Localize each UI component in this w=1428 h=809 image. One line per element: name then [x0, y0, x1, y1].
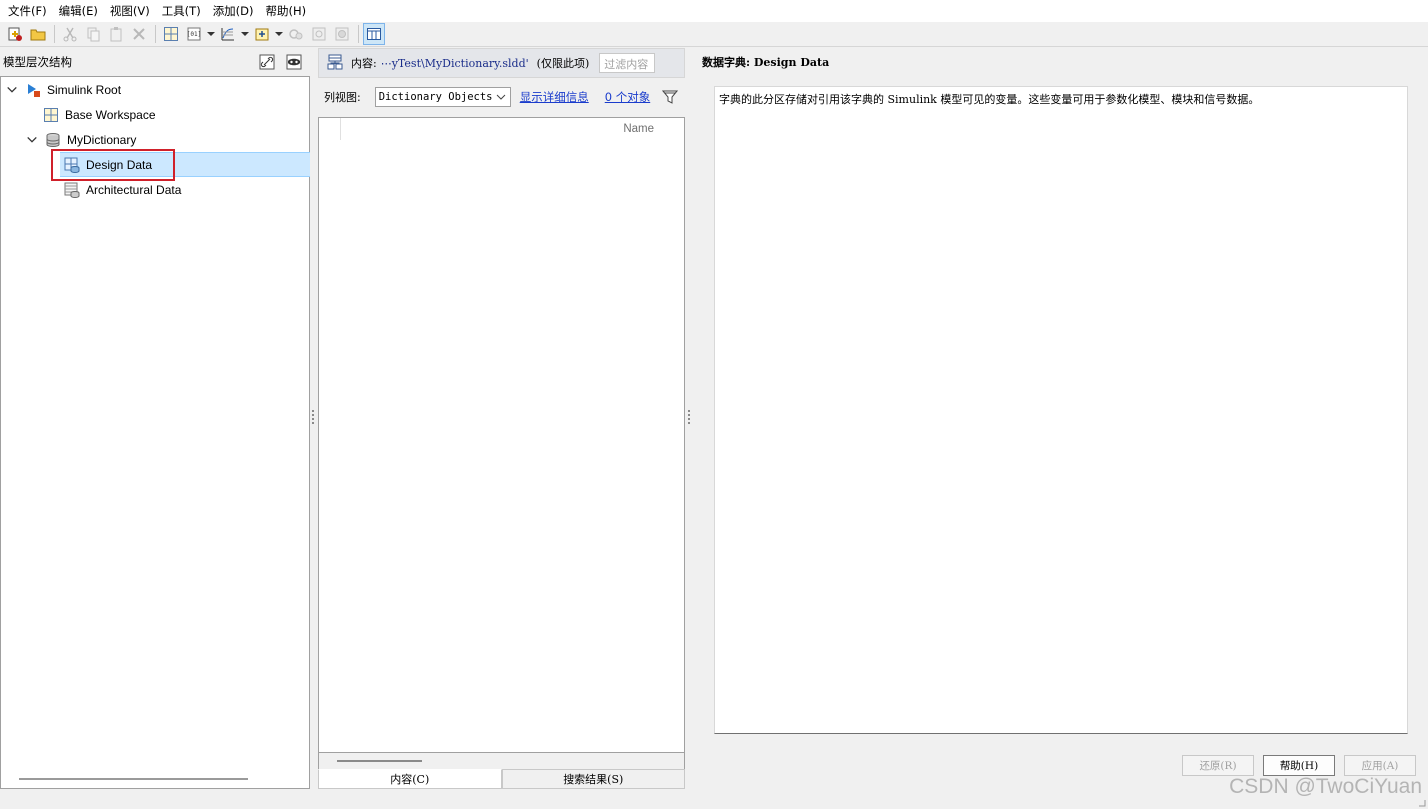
contents-horizontal-scrollbar[interactable]	[318, 753, 685, 769]
svg-text:[01]: [01]	[187, 31, 201, 38]
revert-button[interactable]: 还原(R)	[1182, 755, 1254, 776]
column-divider	[340, 118, 341, 140]
chevron-down-icon	[496, 94, 506, 100]
tree-item-label: Base Workspace	[65, 107, 156, 122]
contents-icon	[327, 54, 343, 73]
scrollbar-thumb[interactable]	[337, 760, 422, 762]
contents-list[interactable]: Name	[318, 117, 685, 753]
tree-item-simulink-root[interactable]: Simulink Root	[5, 77, 305, 102]
watermark: CSDN @TwoCiYuan	[1229, 775, 1422, 798]
tree-item-label: Architectural Data	[86, 182, 182, 197]
tree-item-label: MyDictionary	[67, 132, 137, 147]
copy-icon	[82, 23, 104, 45]
new-icon[interactable]	[4, 23, 26, 45]
column-header-name[interactable]: Name	[623, 123, 654, 135]
chevron-down-icon[interactable]	[206, 23, 216, 45]
apply-button[interactable]: 应用(A)	[1344, 755, 1416, 776]
filter-funnel-icon[interactable]	[662, 89, 679, 105]
paste-icon	[105, 23, 127, 45]
chevron-down-icon[interactable]	[274, 23, 284, 45]
contents-tabs: 内容(C) 搜索结果(S)	[318, 769, 685, 789]
contents-panel: 内容: ⋯yTest\MyDictionary.sldd' (仅限此项) 过滤内…	[318, 48, 685, 790]
mask-icon[interactable]	[283, 53, 305, 71]
model-hierarchy-title: 模型层次结构	[3, 55, 72, 69]
workspace-grid-icon	[43, 107, 59, 123]
config-set-icon	[331, 23, 353, 45]
config-icon	[308, 23, 330, 45]
model-tree: Simulink Root Base Workspace MyDictionar…	[0, 76, 310, 789]
description-box: 字典的此分区存储对引用该字典的 Simulink 模型可见的变量。这些变量可用于…	[714, 86, 1408, 734]
filter-input[interactable]: 过滤内容	[599, 53, 656, 73]
menu-view[interactable]: 视图(V)	[104, 0, 156, 22]
toolbar: [01]	[0, 22, 1428, 47]
workspace-grid-icon[interactable]	[160, 23, 182, 45]
tree-item-base-workspace[interactable]: Base Workspace	[25, 102, 305, 127]
chevron-down-icon[interactable]	[5, 83, 19, 97]
column-view-label: 列视图:	[324, 91, 361, 104]
highlight-box	[51, 149, 175, 181]
show-details-link[interactable]: 显示详细信息	[520, 89, 589, 105]
contents-scope: (仅限此项)	[536, 57, 590, 70]
model-hierarchy-panel: 模型层次结构 Simulink Root Base Workspace MyDi…	[0, 48, 310, 789]
splitter-handle[interactable]	[688, 410, 691, 426]
cut-icon	[59, 23, 81, 45]
link-config-icon	[285, 23, 307, 45]
tree-item-label: Simulink Root	[47, 82, 122, 97]
menu-help[interactable]: 帮助(H)	[260, 0, 313, 22]
resize-grip-icon[interactable]	[1416, 797, 1426, 807]
link-icon[interactable]	[256, 53, 278, 71]
add-object-icon[interactable]	[251, 23, 273, 45]
chevron-down-icon[interactable]	[25, 133, 39, 147]
open-folder-icon[interactable]	[27, 23, 49, 45]
tab-contents[interactable]: 内容(C)	[318, 769, 502, 789]
splitter-handle[interactable]	[312, 410, 315, 426]
menu-add[interactable]: 添加(D)	[207, 0, 260, 22]
menu-tools[interactable]: 工具(T)	[156, 0, 207, 22]
menu-edit[interactable]: 编辑(E)	[53, 0, 104, 22]
menu-file[interactable]: 文件(F)	[2, 0, 53, 22]
delete-icon	[128, 23, 150, 45]
object-count-link[interactable]: 0 个对象	[605, 89, 650, 105]
simulink-root-icon	[25, 82, 41, 98]
dialog-buttons: 还原(R) 帮助(H) 应用(A)	[1182, 755, 1425, 776]
architectural-data-icon	[64, 182, 80, 198]
contents-path: ⋯yTest\MyDictionary.sldd'	[380, 56, 529, 70]
chevron-down-icon[interactable]	[240, 23, 250, 45]
signal-object-icon[interactable]: [01]	[183, 23, 205, 45]
help-button[interactable]: 帮助(H)	[1263, 755, 1335, 776]
database-icon	[45, 132, 61, 148]
column-view-value: Dictionary Objects	[378, 91, 493, 103]
column-view-select[interactable]: Dictionary Objects	[374, 87, 511, 107]
model-hierarchy-header: 模型层次结构	[0, 48, 310, 76]
horizontal-scrollbar[interactable]	[19, 778, 248, 780]
column-view-bar: 列视图: Dictionary Objects 显示详细信息 0 个对象	[318, 78, 685, 116]
fixed-point-icon[interactable]	[217, 23, 239, 45]
tab-search-results[interactable]: 搜索结果(S)	[501, 769, 685, 789]
toolbar-separator	[54, 25, 55, 43]
toolbar-separator	[155, 25, 156, 43]
dialog-pane-icon[interactable]	[363, 23, 385, 45]
contents-label: 内容:	[351, 57, 377, 70]
dialog-title: 数据字典: Design Data	[702, 56, 830, 69]
contents-header: 内容: ⋯yTest\MyDictionary.sldd' (仅限此项) 过滤内…	[318, 48, 685, 78]
description-text: 字典的此分区存储对引用该字典的 Simulink 模型可见的变量。这些变量可用于…	[719, 93, 1260, 106]
menu-bar: 文件(F) 编辑(E) 视图(V) 工具(T) 添加(D) 帮助(H)	[0, 0, 1428, 22]
toolbar-separator	[358, 25, 359, 43]
